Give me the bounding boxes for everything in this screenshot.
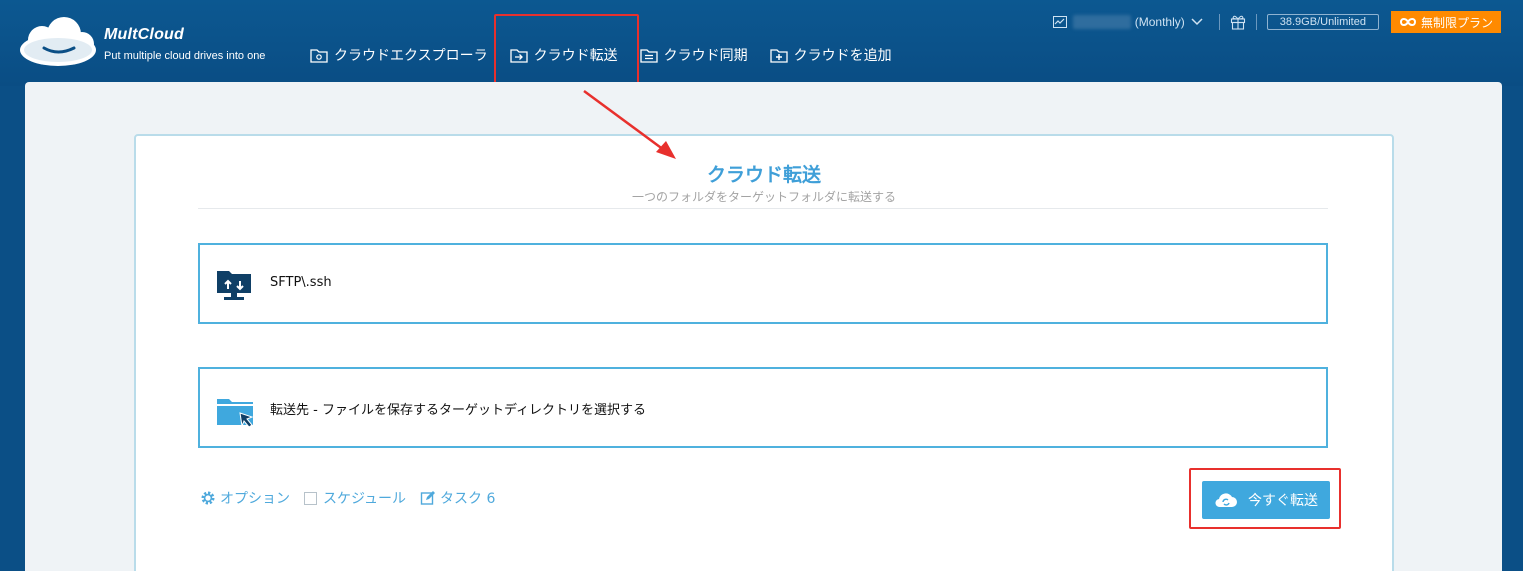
nav-add-cloud[interactable]: クラウドを追加 bbox=[769, 38, 892, 72]
nav-cloud-transfer[interactable]: クラウド転送 bbox=[509, 38, 618, 72]
edit-icon bbox=[420, 491, 436, 505]
nav-label-add-cloud: クラウドを追加 bbox=[793, 48, 892, 64]
nav-cloud-explorer[interactable]: クラウドエクスプローラ bbox=[310, 38, 488, 72]
chevron-down-icon[interactable] bbox=[1191, 18, 1203, 26]
page-subtitle: 一つのフォルダをターゲットフォルダに転送する bbox=[631, 190, 896, 204]
source-selector[interactable]: SFTP\.ssh bbox=[198, 243, 1328, 324]
page-title: クラウド転送 bbox=[706, 164, 821, 186]
transfer-now-label: 今すぐ転送 bbox=[1248, 493, 1318, 509]
gear-icon bbox=[201, 491, 215, 505]
nav-label-transfer: クラウド転送 bbox=[533, 48, 618, 64]
title-divider bbox=[198, 208, 1328, 209]
transfer-icon bbox=[509, 49, 528, 63]
sync-icon bbox=[639, 49, 658, 63]
task-link[interactable]: タスク 6 bbox=[420, 488, 495, 508]
source-path: SFTP\.ssh bbox=[270, 275, 332, 290]
cloud-logo-icon bbox=[20, 17, 96, 66]
account-bar: (Monthly) 38.9GB/Unlimited 無制限プラン bbox=[1052, 10, 1501, 34]
schedule-checkbox[interactable] bbox=[304, 491, 317, 505]
destination-prompt: 転送先 - ファイルを保存するターゲットディレクトリを選択する bbox=[270, 403, 647, 418]
add-cloud-icon bbox=[769, 49, 788, 63]
options-label: オプション bbox=[220, 491, 290, 507]
task-options-bar: オプション スケジュール タスク 6 bbox=[200, 488, 509, 508]
usage-chart-icon[interactable] bbox=[1052, 16, 1067, 28]
explorer-icon bbox=[310, 49, 328, 63]
transfer-now-button[interactable]: 今すぐ転送 bbox=[1202, 481, 1330, 519]
cloud-sync-icon bbox=[1215, 493, 1237, 508]
username-redacted bbox=[1072, 15, 1131, 29]
gift-icon[interactable] bbox=[1230, 14, 1246, 30]
sftp-folder-icon bbox=[217, 271, 251, 300]
options-link[interactable]: オプション bbox=[200, 488, 290, 508]
schedule-label: スケジュール bbox=[323, 491, 407, 507]
infinity-icon bbox=[1399, 18, 1416, 26]
app-header: MultCloud Put multiple cloud drives into… bbox=[0, 0, 1523, 86]
unlimited-plan-label: 無制限プラン bbox=[1420, 15, 1493, 30]
app-tagline: Put multiple cloud drives into one bbox=[104, 50, 266, 62]
nav-label-explorer: クラウドエクスプローラ bbox=[334, 48, 488, 64]
main-nav: クラウドエクスプローラ クラウド転送 クラウド同期 クラウドを追加 bbox=[310, 38, 914, 72]
app-name: MultCloud bbox=[104, 26, 184, 43]
transfer-card: クラウド転送 一つのフォルダをターゲットフォルダに転送する SFTP\.ssh … bbox=[134, 134, 1394, 571]
app-logo[interactable]: MultCloud Put multiple cloud drives into… bbox=[16, 14, 286, 70]
divider bbox=[1218, 14, 1220, 30]
divider bbox=[1255, 14, 1257, 30]
plan-text: (Monthly) bbox=[1134, 15, 1185, 29]
nav-label-sync: クラウド同期 bbox=[663, 48, 748, 64]
task-name: タスク 6 bbox=[440, 491, 496, 507]
unlimited-plan-button[interactable]: 無制限プラン bbox=[1390, 11, 1501, 33]
destination-selector[interactable]: 転送先 - ファイルを保存するターゲットディレクトリを選択する bbox=[198, 367, 1328, 448]
storage-usage: 38.9GB/Unlimited bbox=[1266, 14, 1379, 30]
nav-cloud-sync[interactable]: クラウド同期 bbox=[639, 38, 748, 72]
schedule-link[interactable]: スケジュール bbox=[304, 488, 406, 508]
folder-select-icon bbox=[217, 399, 254, 428]
